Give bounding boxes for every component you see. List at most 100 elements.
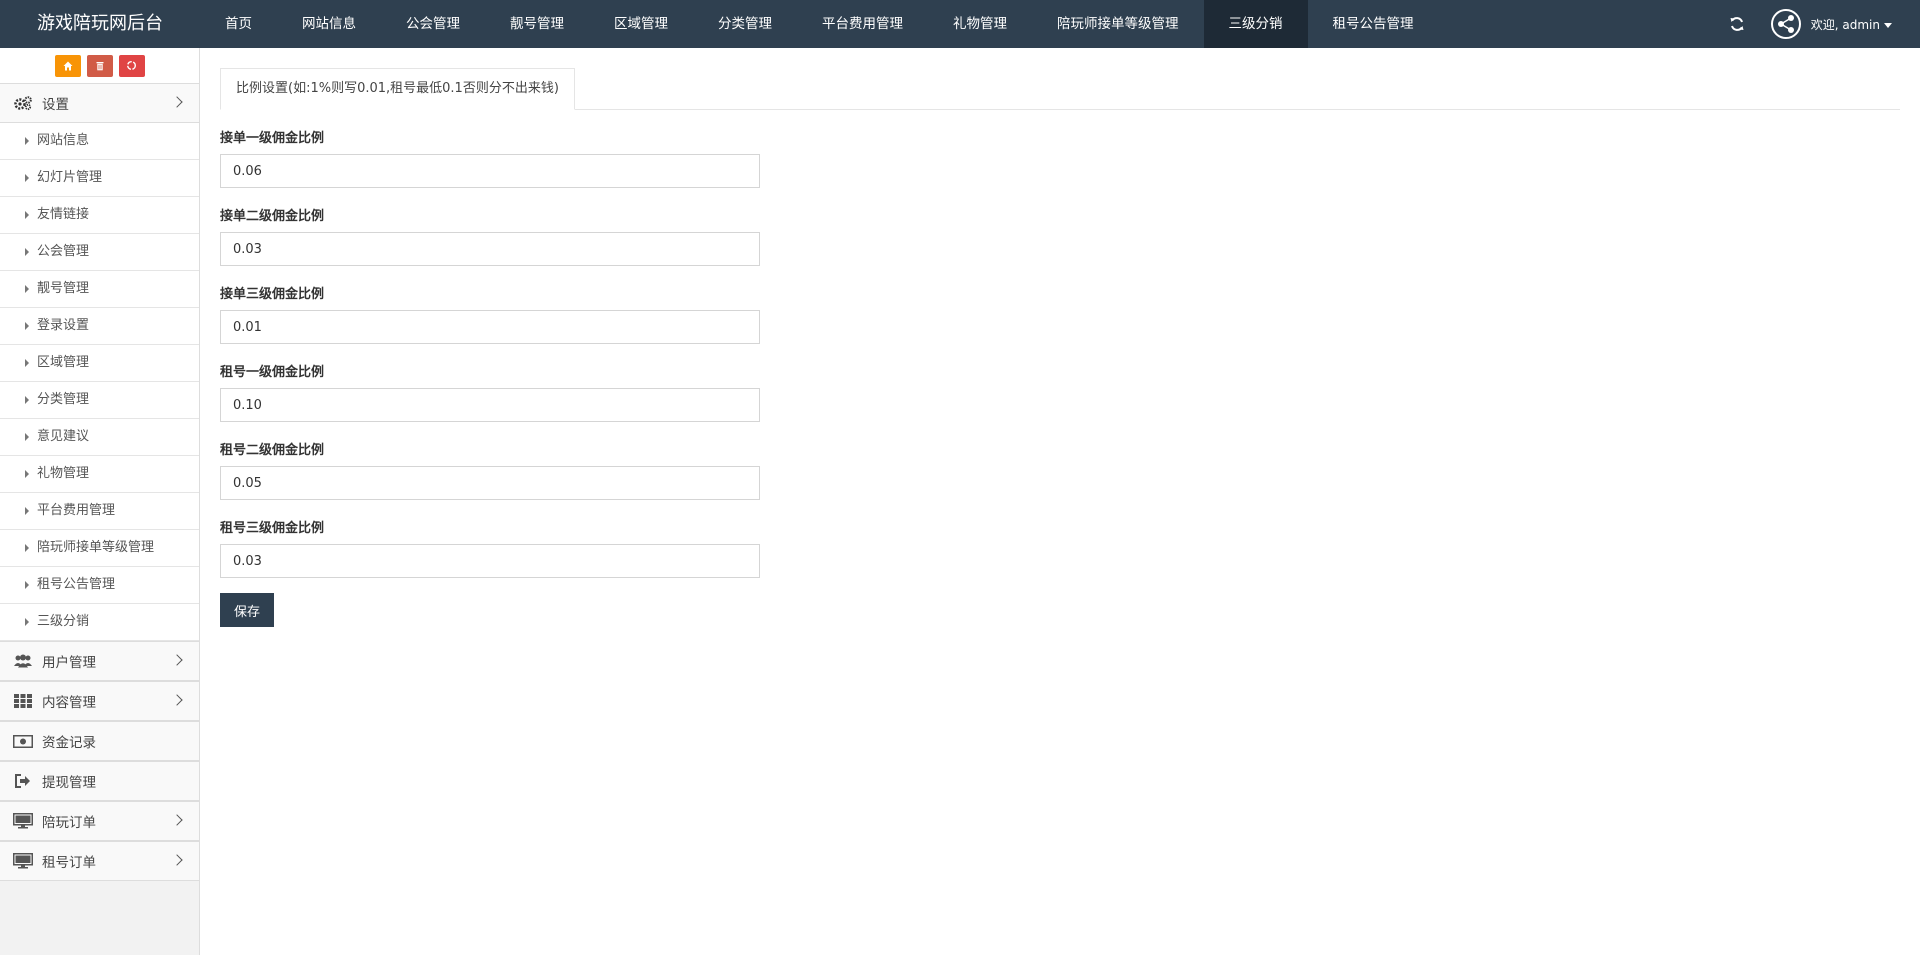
sign-out-icon: [12, 772, 34, 790]
sidebar-item-distribution[interactable]: 三级分销: [0, 604, 199, 641]
monitor-icon: [12, 812, 34, 830]
sidebar-item-label: 平台费用管理: [37, 503, 116, 518]
sidebar-item-label: 登录设置: [37, 318, 90, 333]
sidebar-item-label: 区域管理: [37, 355, 90, 370]
form-group-order-level2: 接单二级佣金比例: [220, 208, 1900, 266]
sidebar-item-guild[interactable]: 公会管理: [0, 234, 199, 271]
sidebar-item-label: 公会管理: [37, 244, 90, 259]
caret-right-icon: [25, 395, 29, 404]
sidebar-menu-withdraw[interactable]: 提现管理: [0, 761, 199, 801]
topnav-item-companion-level[interactable]: 陪玩师接单等级管理: [1032, 0, 1204, 48]
rental-level2-commission-input[interactable]: [220, 466, 760, 500]
caret-right-icon: [25, 321, 29, 330]
sidebar-item-vip-number[interactable]: 靓号管理: [0, 271, 199, 308]
sidebar-menu-settings-label: 设置: [42, 97, 69, 113]
field-label: 接单二级佣金比例: [220, 209, 325, 224]
sidebar-menu-settings[interactable]: 设置: [0, 83, 199, 123]
sidebar-item-label: 礼物管理: [37, 466, 90, 481]
top-nav: 首页 网站信息 公会管理 靓号管理 区域管理 分类管理 平台费用管理 礼物管理 …: [200, 0, 1439, 48]
sidebar-menu-funds[interactable]: 资金记录: [0, 721, 199, 761]
topnav-item-distribution[interactable]: 三级分销: [1203, 0, 1308, 48]
order-level2-commission-input[interactable]: [220, 232, 760, 266]
user-menu[interactable]: 欢迎, admin: [1811, 16, 1892, 33]
sidebar-menu-content[interactable]: 内容管理: [0, 681, 199, 721]
trash-icon[interactable]: [86, 54, 113, 77]
rental-level1-commission-input[interactable]: [220, 388, 760, 422]
recycle-icon[interactable]: [118, 54, 145, 77]
caret-right-icon: [25, 617, 29, 626]
sidebar-item-gift[interactable]: 礼物管理: [0, 456, 199, 493]
caret-right-icon: [25, 358, 29, 367]
sidebar-item-label: 幻灯片管理: [37, 170, 103, 185]
order-level1-commission-input[interactable]: [220, 154, 760, 188]
chevron-right-icon: [171, 814, 183, 826]
chevron-right-icon: [171, 694, 183, 706]
sidebar-item-label: 靓号管理: [37, 281, 90, 296]
form-group-rental-level3: 租号三级佣金比例: [220, 520, 1900, 578]
chevron-right-icon: [171, 854, 183, 866]
top-navbar: 游戏陪玩网后台 首页 网站信息 公会管理 靓号管理 区域管理 分类管理 平台费用…: [0, 0, 1920, 48]
sidebar-menu-funds-label: 资金记录: [42, 735, 96, 751]
app-title[interactable]: 游戏陪玩网后台: [0, 0, 200, 48]
caret-down-icon: [1884, 22, 1892, 28]
gears-icon: [12, 94, 34, 112]
caret-right-icon: [25, 284, 29, 293]
sidebar-item-slideshow[interactable]: 幻灯片管理: [0, 160, 199, 197]
sidebar-item-label: 网站信息: [37, 133, 90, 148]
sidebar-item-site-info[interactable]: 网站信息: [0, 123, 199, 160]
sidebar-menu-rental-orders[interactable]: 租号订单: [0, 841, 199, 881]
avatar[interactable]: [1770, 9, 1801, 39]
form-group-order-level3: 接单三级佣金比例: [220, 286, 1900, 344]
sidebar-menu-companion-orders-label: 陪玩订单: [42, 815, 96, 831]
topnav-item-rental-notice[interactable]: 租号公告管理: [1308, 0, 1439, 48]
sidebar-item-platform-fee[interactable]: 平台费用管理: [0, 493, 199, 530]
settings-submenu: 网站信息 幻灯片管理 友情链接 公会管理 靓号管理 登录设置 区域管理 分类管理…: [0, 123, 199, 641]
sidebar-item-links[interactable]: 友情链接: [0, 197, 199, 234]
form-group-rental-level2: 租号二级佣金比例: [220, 442, 1900, 500]
home-icon[interactable]: [54, 54, 81, 77]
caret-right-icon: [25, 173, 29, 182]
refresh-icon[interactable]: [1729, 16, 1745, 32]
sidebar-menu-content-label: 内容管理: [42, 695, 96, 711]
save-button[interactable]: 保存: [220, 593, 274, 627]
sidebar-menu-users-label: 用户管理: [42, 655, 96, 671]
sidebar-menu-companion-orders[interactable]: 陪玩订单: [0, 801, 199, 841]
main-content: 比例设置(如:1%则写0.01,租号最低0.1否则分不出来钱) 接单一级佣金比例…: [220, 68, 1900, 627]
sidebar-menu-withdraw-label: 提现管理: [42, 775, 96, 791]
caret-right-icon: [25, 506, 29, 515]
money-icon: [12, 732, 34, 750]
field-label: 租号二级佣金比例: [220, 443, 325, 458]
sidebar-menu-rental-orders-label: 租号订单: [42, 855, 96, 871]
field-label: 接单一级佣金比例: [220, 131, 325, 146]
grid-icon: [12, 692, 34, 710]
rental-level3-commission-input[interactable]: [220, 544, 760, 578]
caret-right-icon: [25, 210, 29, 219]
caret-right-icon: [25, 432, 29, 441]
topnav-item-home[interactable]: 首页: [200, 0, 277, 48]
topnav-item-site-info[interactable]: 网站信息: [277, 0, 381, 48]
sidebar-item-rental-notice[interactable]: 租号公告管理: [0, 567, 199, 604]
field-label: 租号三级佣金比例: [220, 521, 325, 536]
topnav-item-guild[interactable]: 公会管理: [381, 0, 485, 48]
sidebar: 设置 网站信息 幻灯片管理 友情链接 公会管理 靓号管理 登录设置 区域管理 分…: [0, 48, 200, 955]
field-label: 租号一级佣金比例: [220, 365, 325, 380]
topnav-item-region[interactable]: 区域管理: [589, 0, 693, 48]
sidebar-item-feedback[interactable]: 意见建议: [0, 419, 199, 456]
sidebar-item-region[interactable]: 区域管理: [0, 345, 199, 382]
order-level3-commission-input[interactable]: [220, 310, 760, 344]
topnav-item-platform-fee[interactable]: 平台费用管理: [797, 0, 928, 48]
tab-ratio-settings[interactable]: 比例设置(如:1%则写0.01,租号最低0.1否则分不出来钱): [220, 68, 575, 110]
form-group-rental-level1: 租号一级佣金比例: [220, 364, 1900, 422]
share-icon: [1777, 15, 1794, 33]
sidebar-menu-users[interactable]: 用户管理: [0, 641, 199, 681]
sidebar-item-label: 陪玩师接单等级管理: [37, 540, 155, 555]
sidebar-item-login-settings[interactable]: 登录设置: [0, 308, 199, 345]
caret-right-icon: [25, 543, 29, 552]
topnav-item-vip-number[interactable]: 靓号管理: [485, 0, 589, 48]
sidebar-item-companion-level[interactable]: 陪玩师接单等级管理: [0, 530, 199, 567]
topnav-item-gift[interactable]: 礼物管理: [928, 0, 1032, 48]
topnav-item-category[interactable]: 分类管理: [693, 0, 797, 48]
sidebar-item-category[interactable]: 分类管理: [0, 382, 199, 419]
caret-right-icon: [25, 247, 29, 256]
chevron-right-icon: [171, 96, 183, 108]
